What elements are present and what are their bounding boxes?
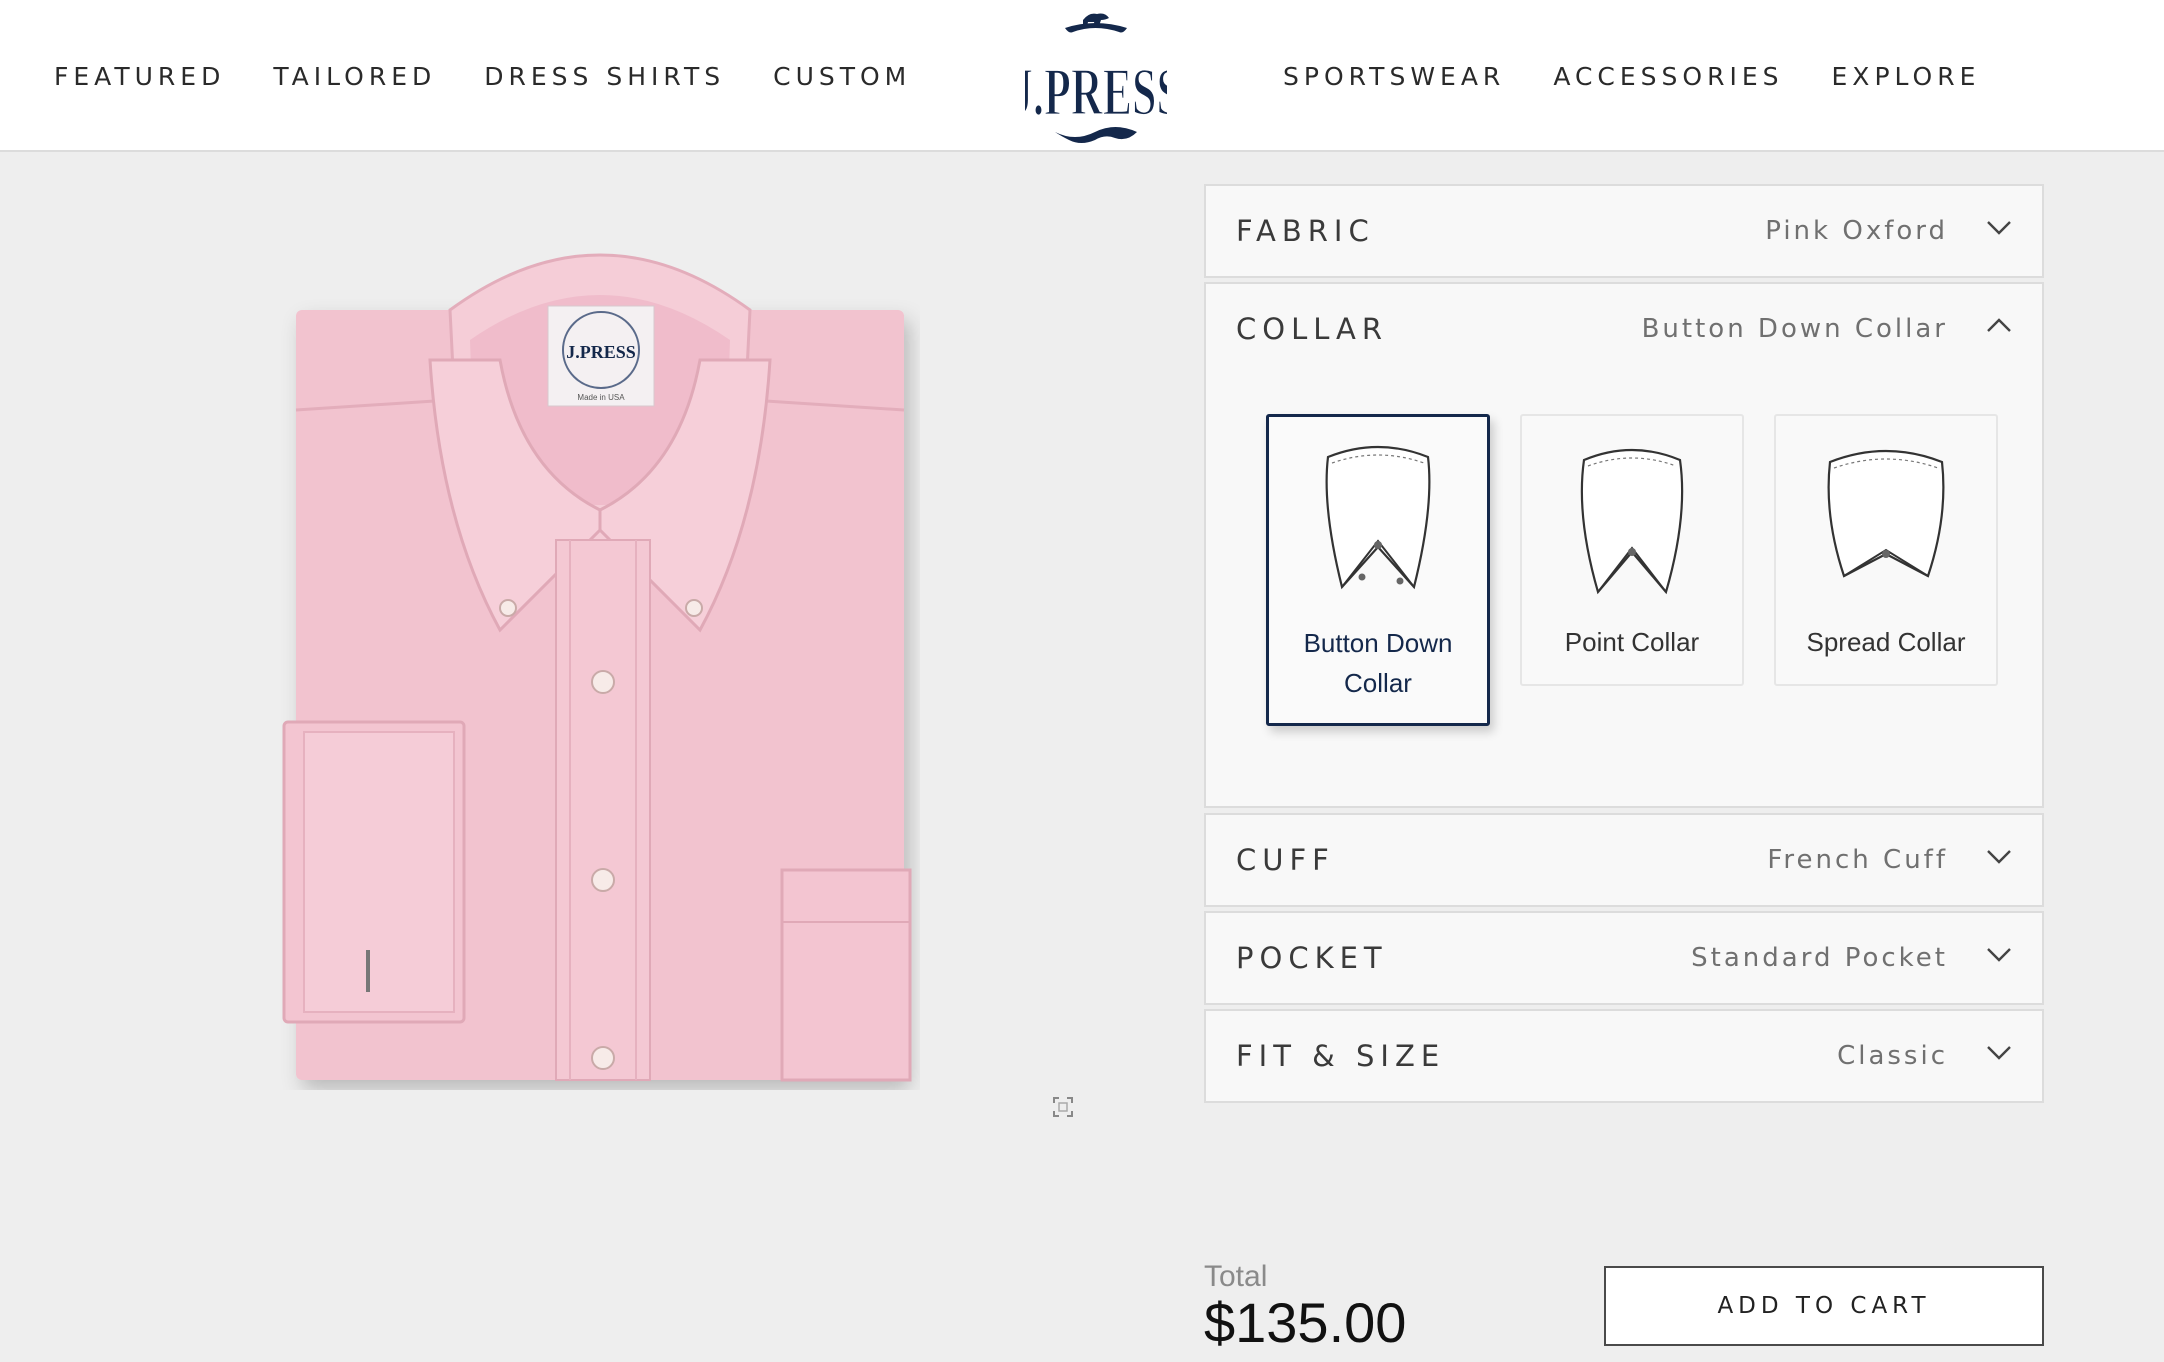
button-down-collar-icon [1325,445,1431,590]
option-fabric-value: Pink Oxford [1765,216,1948,246]
chevron-up-icon[interactable] [1984,310,2014,340]
spread-collar-icon [1827,449,1945,578]
collar-option-button-down[interactable]: Button Down Collar [1266,414,1490,726]
chevron-down-icon[interactable] [1984,939,2014,969]
chevron-down-icon[interactable] [1984,212,2014,242]
collar-option-point[interactable]: Point Collar [1520,414,1744,686]
shirt-preview-image: J.PRESS Made in USA [282,253,912,1082]
option-cuff-value: French Cuff [1767,845,1948,875]
logo-text: J.PRESS [1025,55,1167,130]
option-fabric-panel[interactable]: FABRIC Pink Oxford [1204,184,2044,278]
option-collar-header[interactable]: COLLAR Button Down Collar [1206,284,2042,374]
nav-sportswear[interactable]: SPORTSWEAR [1283,62,1505,91]
option-fit-header[interactable]: FIT & SIZE Classic [1206,1011,2042,1101]
option-fabric-header[interactable]: FABRIC Pink Oxford [1206,186,2042,276]
site-header: FEATURED TAILORED DRESS SHIRTS CUSTOM J.… [0,0,2164,152]
add-to-cart-button[interactable]: ADD TO CART [1604,1266,2044,1346]
nav-accessories[interactable]: ACCESSORIES [1553,62,1783,91]
option-collar-title: COLLAR [1236,312,1389,346]
option-pocket-panel[interactable]: POCKET Standard Pocket [1204,911,2044,1005]
nav-custom[interactable]: CUSTOM [773,62,911,91]
total-label: Total [1204,1260,1268,1293]
point-collar-icon [1580,448,1684,595]
nav-tailored[interactable]: TAILORED [273,62,436,91]
option-cuff-panel[interactable]: CUFF French Cuff [1204,813,2044,907]
option-collar-value: Button Down Collar [1641,314,1948,344]
chevron-down-icon[interactable] [1984,841,2014,871]
option-collar-panel: COLLAR Button Down Collar Button Down Co… [1204,282,2044,808]
collar-option-label: Spread Collar [1806,627,1966,657]
nav-dress-shirts[interactable]: DRESS SHIRTS [484,62,725,91]
nav-explore[interactable]: EXPLORE [1832,62,1981,91]
nav-featured[interactable]: FEATURED [54,62,225,91]
chevron-down-icon[interactable] [1984,1037,2014,1067]
option-fabric-title: FABRIC [1236,214,1375,248]
option-fit-value: Classic [1837,1041,1948,1071]
option-pocket-title: POCKET [1236,941,1388,975]
total-price: $135.00 [1204,1291,1407,1354]
shirt-label-subtext: Made in USA [577,393,625,402]
collar-option-label: Button Down Collar [1303,628,1453,698]
option-cuff-header[interactable]: CUFF French Cuff [1206,815,2042,905]
shirt-label-logo: J.PRESS [566,342,636,362]
fullscreen-icon[interactable] [1052,1096,1074,1118]
collar-option-spread[interactable]: Spread Collar [1774,414,1998,686]
collar-option-label: Point Collar [1564,627,1700,657]
option-pocket-value: Standard Pocket [1691,943,1948,973]
primary-nav-right: SPORTSWEAR ACCESSORIES EXPLORE [1283,0,2028,152]
option-pocket-header[interactable]: POCKET Standard Pocket [1206,913,2042,1003]
jpress-logo[interactable]: J.PRESS [1025,6,1167,148]
primary-nav-left: FEATURED TAILORED DRESS SHIRTS CUSTOM [54,0,959,152]
option-fit-panel[interactable]: FIT & SIZE Classic [1204,1009,2044,1103]
option-fit-title: FIT & SIZE [1236,1039,1446,1073]
option-cuff-title: CUFF [1236,843,1335,877]
